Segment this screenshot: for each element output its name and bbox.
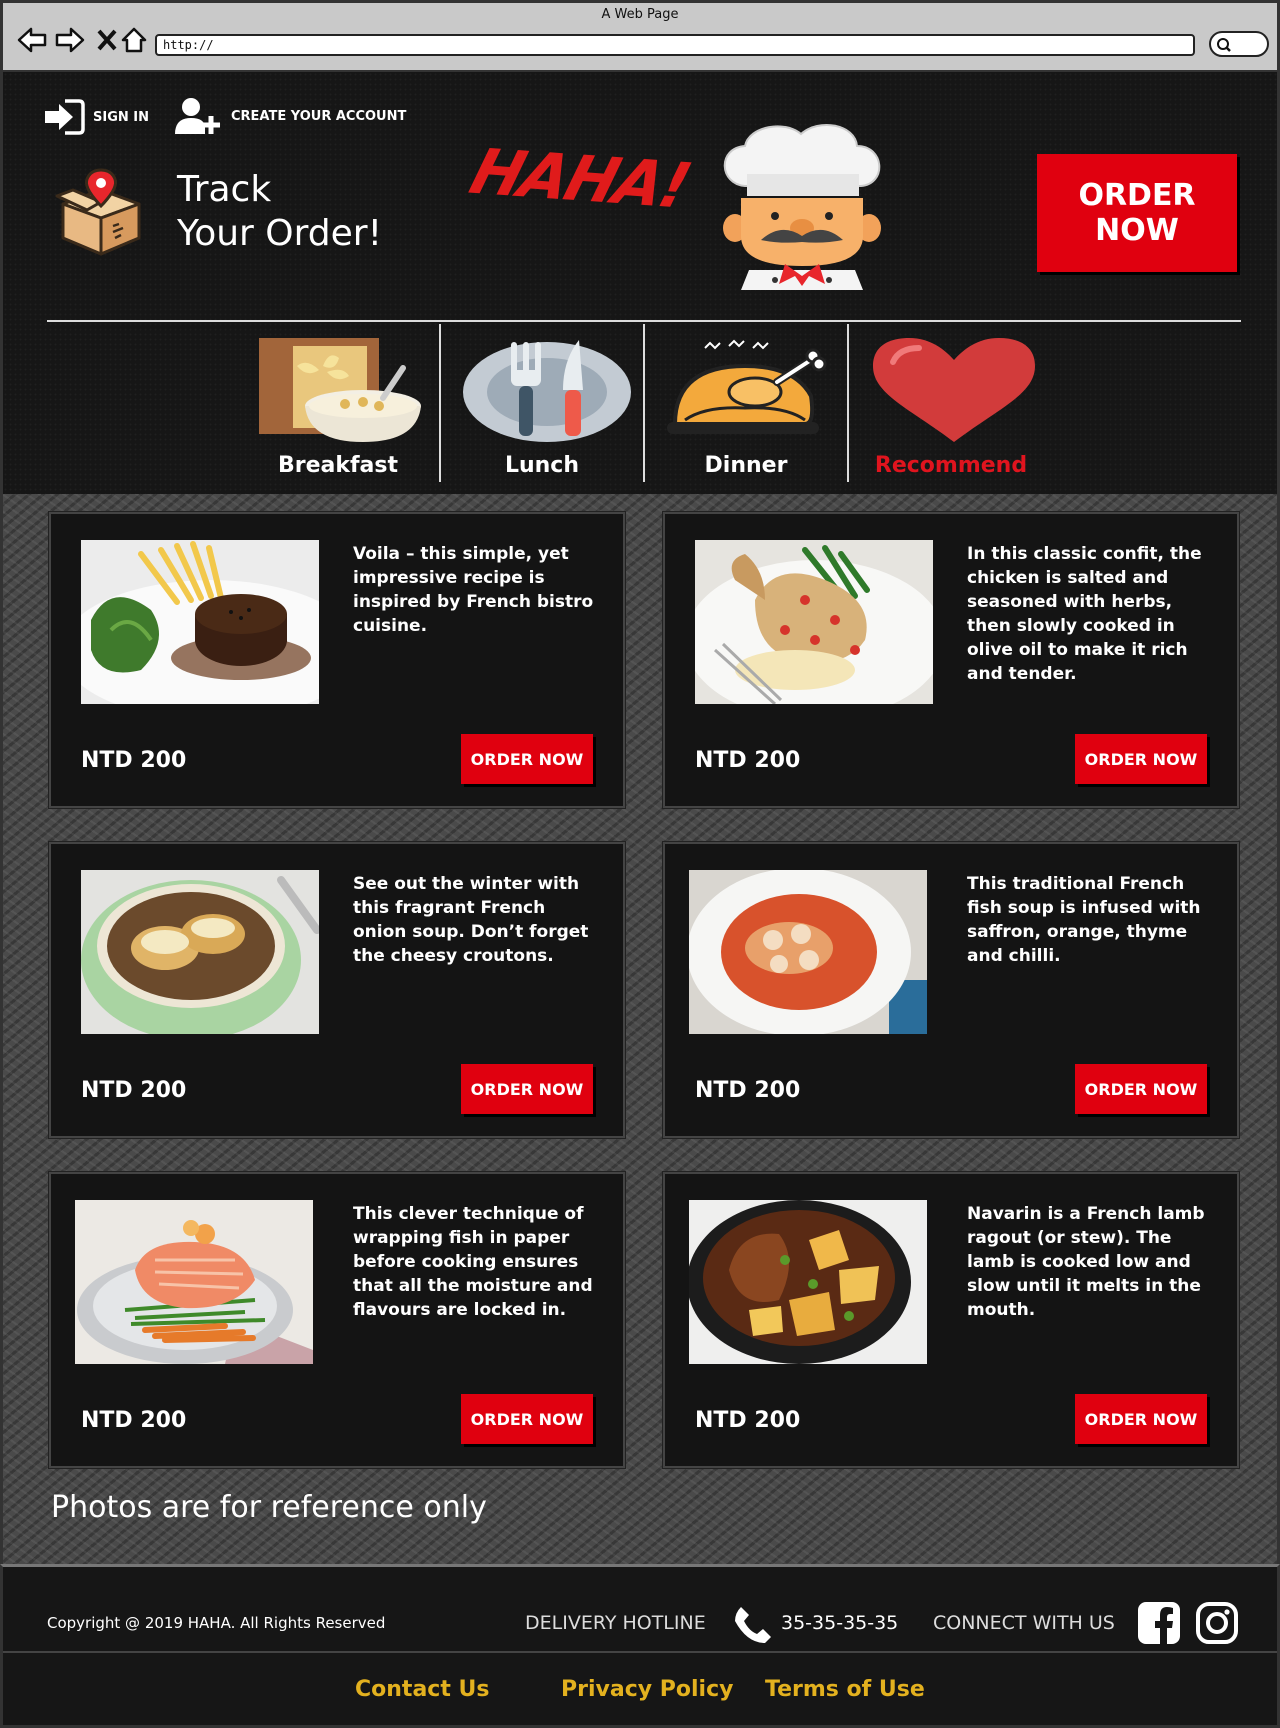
lamb-stew-photo: [689, 1200, 927, 1364]
fish-soup-photo: [689, 870, 927, 1034]
chicken-confit-photo: [695, 540, 933, 704]
facebook-icon[interactable]: [1137, 1601, 1181, 1645]
menu-card: See out the winter with this fragrant Fr…: [49, 842, 625, 1138]
create-account-link[interactable]: CREATE YOUR ACCOUNT: [175, 96, 406, 136]
track-order-link[interactable]: Track Your Order!: [53, 164, 382, 260]
category-recommend[interactable]: Recommend: [849, 324, 1053, 482]
sign-in-link[interactable]: SIGN IN: [43, 98, 149, 136]
order-now-button[interactable]: ORDER NOW: [461, 734, 593, 784]
roast-chicken-icon: [667, 339, 827, 434]
terms-of-use-link[interactable]: Terms of Use: [765, 1677, 925, 1702]
home-icon[interactable]: [117, 23, 151, 57]
category-dinner[interactable]: Dinner: [645, 324, 849, 482]
order-now-button[interactable]: ORDER NOW: [1075, 734, 1207, 784]
dish-price: NTD 200: [81, 1408, 187, 1433]
dish-price: NTD 200: [695, 1408, 801, 1433]
back-arrow-icon[interactable]: [15, 23, 49, 57]
header-divider: [47, 320, 1241, 322]
dish-description: Voila – this simple, yet impressive reci…: [353, 544, 594, 636]
phone-icon: [735, 1607, 771, 1643]
address-bar[interactable]: http://: [155, 34, 1195, 56]
hotline-number[interactable]: 35-35-35-35: [781, 1612, 898, 1634]
create-account-label: CREATE YOUR ACCOUNT: [231, 108, 407, 124]
menu-card: Voila – this simple, yet impressive reci…: [49, 512, 625, 808]
instagram-icon[interactable]: [1195, 1601, 1239, 1645]
plate-fork-knife-icon: [463, 340, 631, 442]
category-label: Recommend: [874, 453, 1028, 478]
menu-card: Navarin is a French lamb ragout (or stew…: [663, 1172, 1239, 1468]
order-now-hero-button[interactable]: ORDER NOW: [1037, 154, 1237, 272]
dish-description: In this classic confit, the chicken is s…: [967, 544, 1202, 684]
heart-icon: [873, 338, 1035, 442]
site-header: SIGN IN CREATE YOUR ACCOUNT Track Your O…: [0, 72, 1280, 494]
category-label: Lunch: [504, 453, 580, 478]
dish-description: See out the winter with this fragrant Fr…: [353, 874, 589, 966]
category-breakfast[interactable]: Breakfast: [237, 324, 441, 482]
sign-in-label: SIGN IN: [93, 109, 149, 125]
site-footer: Copyright @ 2019 HAHA. All Rights Reserv…: [0, 1564, 1280, 1728]
category-label: Breakfast: [277, 453, 399, 478]
browser-chrome: A Web Page http://: [0, 0, 1280, 72]
category-lunch[interactable]: Lunch: [441, 324, 645, 482]
order-now-button[interactable]: ORDER NOW: [461, 1064, 593, 1114]
dish-description: This clever technique of wrapping fish i…: [353, 1204, 593, 1320]
order-now-button[interactable]: ORDER NOW: [1075, 1064, 1207, 1114]
photo-disclaimer: Photos are for reference only: [51, 1490, 487, 1525]
connect-label: CONNECT WITH US: [933, 1612, 1115, 1634]
search-icon: [1217, 38, 1231, 52]
browser-search-field[interactable]: [1209, 31, 1269, 57]
site-logo[interactable]: HAHA!: [463, 134, 698, 222]
dish-description: This traditional French fish soup is inf…: [967, 874, 1201, 966]
menu-card: In this classic confit, the chicken is s…: [663, 512, 1239, 808]
menu-section: Voila – this simple, yet impressive reci…: [0, 494, 1280, 1564]
dish-description: Navarin is a French lamb ragout (or stew…: [967, 1204, 1205, 1320]
menu-card: This clever technique of wrapping fish i…: [49, 1172, 625, 1468]
forward-arrow-icon[interactable]: [53, 23, 87, 57]
track-line-2: Your Order!: [177, 213, 383, 254]
order-now-button[interactable]: ORDER NOW: [1075, 1394, 1207, 1444]
contact-us-link[interactable]: Contact Us: [355, 1677, 489, 1702]
cereal-bowl-icon: [259, 338, 421, 442]
dish-price: NTD 200: [695, 748, 801, 773]
dish-price: NTD 200: [81, 748, 187, 773]
onion-soup-photo: [81, 870, 319, 1034]
dish-price: NTD 200: [695, 1078, 801, 1103]
add-user-icon: [175, 98, 220, 134]
category-nav: Breakfast Lunch Dinner Recommend: [237, 324, 1053, 482]
order-now-button[interactable]: ORDER NOW: [461, 1394, 593, 1444]
steak-with-fries-photo: [81, 540, 319, 704]
privacy-policy-link[interactable]: Privacy Policy: [561, 1677, 733, 1702]
copyright-text: Copyright @ 2019 HAHA. All Rights Reserv…: [47, 1614, 386, 1632]
package-location-icon: [55, 168, 141, 256]
category-label: Dinner: [704, 453, 788, 478]
footer-divider: [3, 1651, 1277, 1653]
menu-card: This traditional French fish soup is inf…: [663, 842, 1239, 1138]
salmon-photo: [75, 1200, 313, 1364]
hotline-label: DELIVERY HOTLINE: [525, 1612, 706, 1634]
window-title: A Web Page: [601, 7, 679, 22]
sign-in-icon: [45, 99, 85, 135]
chef-mascot-icon: [723, 123, 881, 290]
track-line-1: Track: [177, 169, 272, 210]
footer-info-row: Copyright @ 2019 HAHA. All Rights Reserv…: [47, 1595, 1243, 1651]
dish-price: NTD 200: [81, 1078, 187, 1103]
